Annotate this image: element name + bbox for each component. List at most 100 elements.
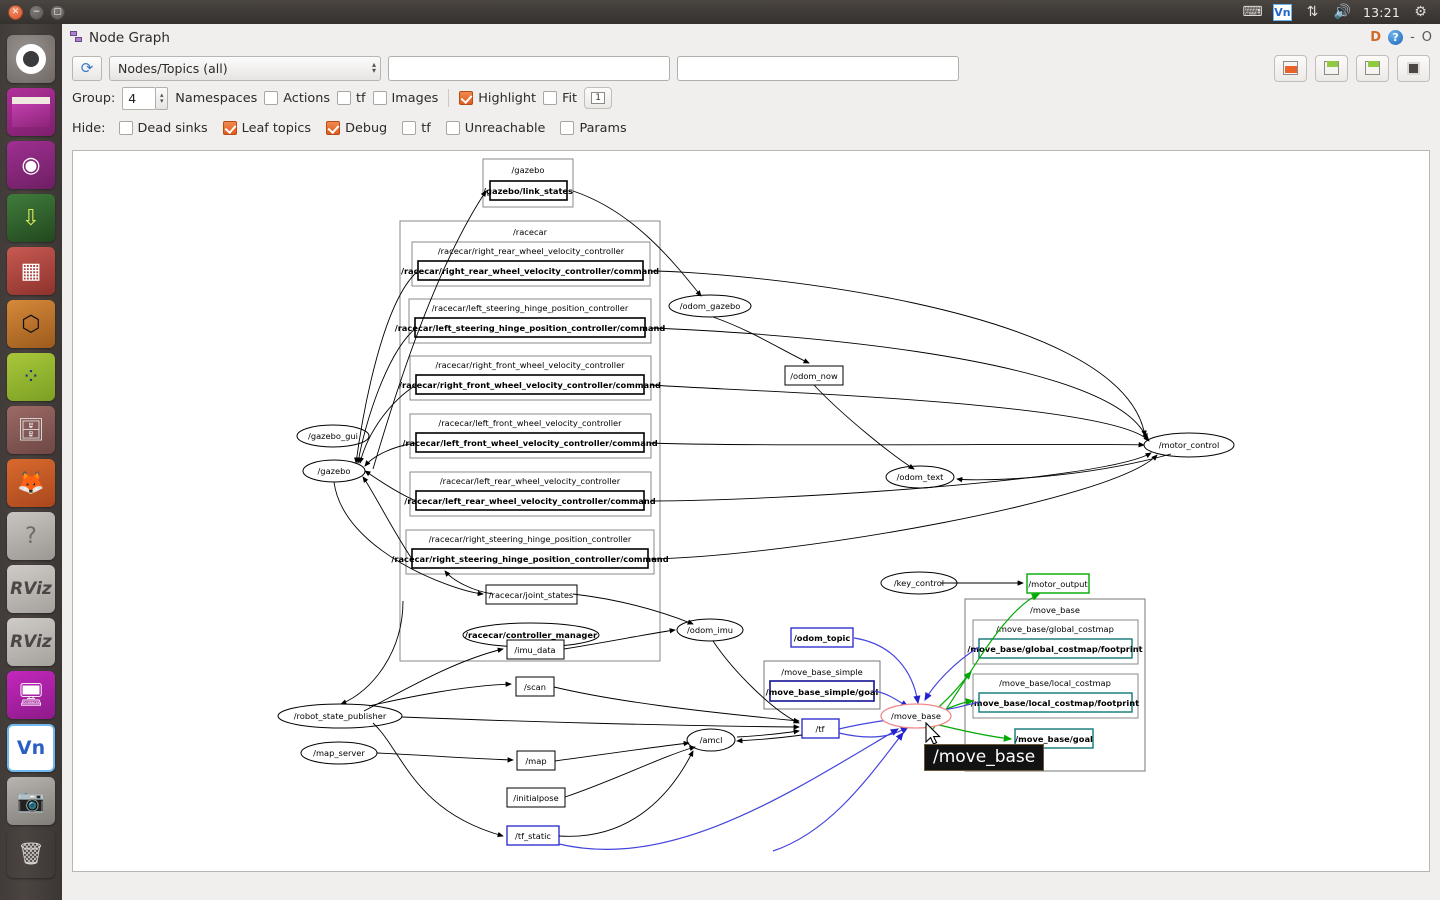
clock[interactable]: 13:21 — [1363, 5, 1400, 20]
folder-icon[interactable] — [1274, 54, 1307, 82]
hide-leaf-topics-box[interactable] — [222, 121, 237, 135]
topic-rf-command[interactable]: /racecar/right_front_wheel_velocity_cont… — [399, 374, 661, 395]
hide-unreachable-box[interactable] — [445, 121, 460, 135]
topic-global-costmap-footprint[interactable]: /move_base/global_costmap/footprint — [967, 638, 1143, 659]
launcher-item-file-cabinet[interactable]: 🗄 — [7, 406, 55, 454]
topic-scan[interactable]: /scan — [515, 676, 555, 697]
topic-local-costmap-footprint[interactable]: /move_base/local_costmap/footprint — [971, 692, 1139, 713]
gear-icon[interactable]: ⚙ — [1411, 4, 1430, 21]
refresh-icon[interactable]: ⟳ — [72, 55, 102, 81]
node-odom-imu[interactable]: /odom_imu — [676, 618, 744, 642]
topic-odom-topic[interactable]: /odom_topic — [790, 627, 854, 648]
node-map-server[interactable]: /map_server — [300, 741, 378, 765]
launcher-item-rviz-1[interactable]: RViz — [7, 565, 55, 613]
topic-move-base-goal-label: /move_base/goal — [1015, 734, 1093, 744]
topic-lr-command[interactable]: /racecar/left_rear_wheel_velocity_contro… — [404, 490, 656, 511]
hide-params-box[interactable] — [560, 121, 575, 135]
close-icon[interactable]: ✕ — [8, 4, 23, 20]
node-odom-text[interactable]: /odom_text — [885, 465, 955, 489]
launcher-item-ubuntu-dash[interactable] — [7, 35, 55, 83]
launcher-item-rviz-2[interactable]: RViz — [7, 618, 55, 666]
tf-label: tf — [356, 90, 366, 106]
topic-racecar-joint-states[interactable]: /racecar/joint_states — [485, 584, 578, 605]
fit-checkbox-box[interactable] — [543, 91, 558, 105]
launcher-item-files[interactable] — [7, 88, 55, 136]
launcher-item-vnc-viewer[interactable]: Vn — [7, 724, 55, 772]
launcher-item-terminal-download[interactable]: ⇩ — [7, 194, 55, 242]
actions-checkbox-box[interactable] — [264, 91, 279, 105]
launcher-item-software-center[interactable]: ◉ — [7, 141, 55, 189]
topic-lf-command[interactable]: /racecar/left_front_wheel_velocity_contr… — [402, 432, 658, 453]
save-dot-icon[interactable] — [1315, 54, 1348, 82]
vnc-tray-icon[interactable]: Vn — [1272, 3, 1292, 21]
node-robot-state-publisher[interactable]: /robot_state_publisher — [277, 703, 403, 729]
node-odom-gazebo[interactable]: /odom_gazebo — [668, 294, 752, 318]
topic-tf[interactable]: /tf — [801, 718, 840, 739]
topic-imu-data[interactable]: /imu_data — [506, 639, 565, 660]
fit-checkbox[interactable]: Fit — [543, 91, 577, 106]
node-filter-input[interactable] — [677, 55, 959, 81]
dock-widget-icon[interactable]: D — [1370, 30, 1381, 45]
launcher-item-remote-desktop[interactable]: 🖥 — [7, 671, 55, 719]
hide-debug[interactable]: Debug — [326, 121, 387, 136]
topic-odom-now[interactable]: /odom_now — [784, 365, 844, 386]
topic-tf-static[interactable]: /tf_static — [506, 825, 560, 846]
images-checkbox-box[interactable] — [372, 91, 387, 105]
graph-canvas[interactable]: /gazebo /gazebo/link_states /racecar /ra… — [72, 150, 1430, 872]
window-maximize-mark[interactable]: O — [1422, 30, 1432, 45]
hide-leaf-topics[interactable]: Leaf topics — [222, 121, 311, 136]
node-gazebo-gui[interactable]: /gazebo_gui — [296, 424, 370, 448]
topic-filter-input[interactable] — [388, 55, 670, 81]
save-image-icon[interactable] — [1356, 54, 1389, 82]
node-gazebo[interactable]: /gazebo — [302, 459, 366, 483]
minimize-icon[interactable]: − — [29, 4, 44, 20]
node-motor-control[interactable]: /motor_control — [1143, 432, 1235, 458]
window-controls[interactable]: ✕ − ▢ — [0, 4, 65, 20]
hide-unreachable[interactable]: Unreachable — [445, 121, 545, 136]
depth-button[interactable]: 1 — [584, 87, 613, 109]
node-move-base[interactable]: /move_base — [880, 703, 952, 729]
launcher-item-camera[interactable]: 📷 — [7, 777, 55, 825]
topic-motor-output[interactable]: /motor_output — [1026, 573, 1090, 594]
node-robot-state-publisher-label: /robot_state_publisher — [294, 711, 387, 721]
launcher-item-trash[interactable]: 🗑 — [7, 830, 55, 878]
hide-tf-box[interactable] — [402, 121, 417, 135]
tf-checkbox-box[interactable] — [337, 91, 351, 105]
launcher-item-help[interactable]: ? — [7, 512, 55, 560]
window-minimize-mark[interactable]: - — [1410, 30, 1415, 45]
fit-square-icon[interactable] — [1397, 54, 1430, 82]
launcher-item-green-graph-app[interactable]: ⁘ — [7, 353, 55, 401]
images-checkbox[interactable]: Images — [372, 91, 438, 106]
group-spinbox[interactable]: 4 — [122, 86, 157, 110]
launcher-item-orange-box-app[interactable]: ⬡ — [7, 300, 55, 348]
topic-initialpose[interactable]: /initialpose — [506, 787, 566, 808]
highlight-checkbox-box[interactable] — [459, 91, 474, 105]
hide-params[interactable]: Params — [560, 121, 627, 136]
actions-checkbox[interactable]: Actions — [264, 91, 330, 106]
keyboard-icon[interactable]: ⌨ — [1242, 4, 1262, 21]
node-map-server-label: /map_server — [313, 748, 365, 758]
topic-gazebo-link-states[interactable]: /gazebo/link_states — [483, 180, 573, 201]
group-spinner-arrows[interactable]: ▴ ▾ — [156, 86, 169, 110]
tf-checkbox[interactable]: tf — [337, 91, 366, 106]
topic-map[interactable]: /map — [516, 750, 556, 771]
hide-debug-box[interactable] — [326, 121, 341, 135]
hide-dead-sinks-box[interactable] — [118, 121, 133, 135]
volume-icon[interactable]: 🔊 — [1333, 4, 1352, 21]
highlight-checkbox[interactable]: Highlight — [459, 91, 536, 106]
topic-move-base-simple-goal[interactable]: /move_base_simple/goal — [766, 680, 879, 702]
topic-rr-command[interactable]: /racecar/right_rear_wheel_velocity_contr… — [401, 260, 659, 281]
launcher-item-firefox[interactable]: 🦊 — [7, 459, 55, 507]
hide-dead-sinks[interactable]: Dead sinks — [118, 121, 208, 136]
topic-ls-command[interactable]: /racecar/left_steering_hinge_position_co… — [395, 317, 666, 338]
network-updown-icon[interactable]: ⇅ — [1303, 4, 1322, 21]
ros-node-graph-svg[interactable]: /gazebo /gazebo/link_states /racecar /ra… — [73, 151, 1429, 871]
help-icon[interactable]: ? — [1388, 30, 1404, 45]
launcher-item-red-app[interactable]: ▦ — [7, 247, 55, 295]
maximize-icon[interactable]: ▢ — [50, 4, 65, 20]
hide-tf[interactable]: tf — [402, 121, 431, 136]
graph-type-select[interactable]: Nodes/Topics (all) ▴ ▾ — [109, 55, 381, 81]
node-amcl[interactable]: /amcl — [686, 728, 736, 752]
hide-tf-label: tf — [421, 120, 431, 136]
topic-rs-command[interactable]: /racecar/right_steering_hinge_position_c… — [391, 548, 669, 569]
